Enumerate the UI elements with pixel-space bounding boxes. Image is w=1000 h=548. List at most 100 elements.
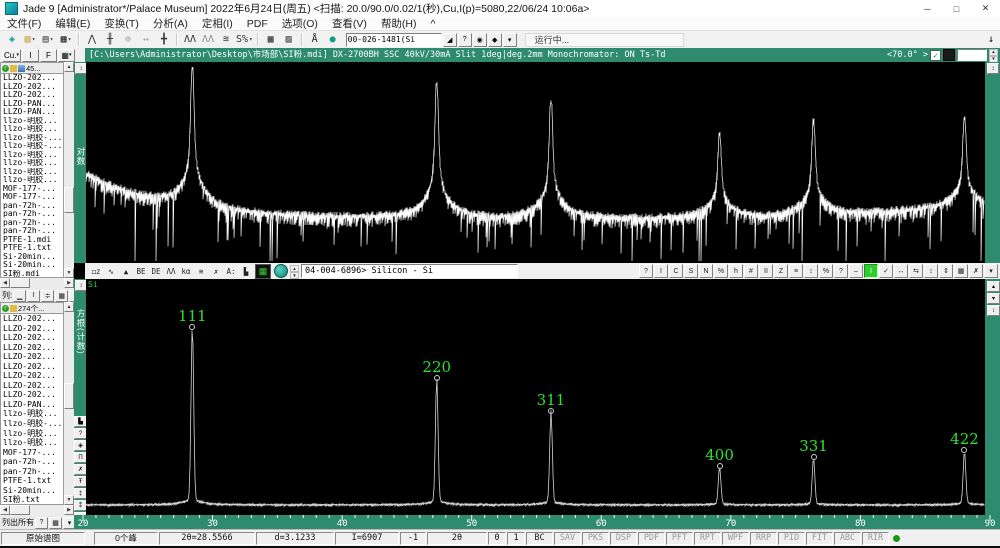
pattern-list-item[interactable]: LLZO-202... bbox=[1, 333, 63, 343]
open-file-icon[interactable]: ▧▾ bbox=[22, 32, 38, 47]
new-session-icon[interactable]: ◈ bbox=[4, 32, 20, 47]
scroll-left-icon[interactable]: ◀ bbox=[0, 505, 10, 515]
status-toggle-pft[interactable]: PFT bbox=[666, 532, 693, 545]
pattern-list-item[interactable]: LLZO-202... bbox=[1, 343, 63, 353]
minimize-button[interactable]: ─ bbox=[913, 0, 942, 17]
pattern-option-button-0[interactable]: ? bbox=[639, 264, 653, 278]
pattern-option-button-7[interactable]: # bbox=[744, 264, 758, 278]
view-spinner[interactable]: ▲▼ bbox=[290, 265, 299, 277]
status-toggle-sav[interactable]: SAV bbox=[554, 532, 581, 545]
sync-button[interactable] bbox=[274, 264, 288, 278]
anode-select-button[interactable]: Cu.▾ bbox=[2, 49, 21, 62]
pattern-option-button-12[interactable]: % bbox=[819, 264, 833, 278]
file-list-item[interactable]: LLZO-PAN... bbox=[1, 108, 63, 117]
fitted-pattern-plot[interactable]: Si 111220311400331422 bbox=[86, 279, 985, 515]
scroll-right-icon[interactable]: ▶ bbox=[64, 505, 74, 515]
pattern-option-button-10[interactable]: ≡ bbox=[789, 264, 803, 278]
file-list-item[interactable]: PTFE-1.mdi bbox=[1, 236, 63, 245]
file-list-header[interactable]: ✓ 45... bbox=[0, 62, 64, 74]
pattern-list-item[interactable]: LLZO-202... bbox=[1, 390, 63, 400]
smooth-curves-icon[interactable]: ≋ bbox=[218, 32, 234, 47]
file-list-item[interactable]: pan-72h-... bbox=[1, 227, 63, 236]
menu-item-5[interactable]: PDF bbox=[240, 18, 275, 30]
intensity-mode-button[interactable]: I bbox=[22, 49, 39, 62]
pattern-option-button-20[interactable]: ⇕ bbox=[939, 264, 953, 278]
status-toggle-rpt[interactable]: RPT bbox=[694, 532, 721, 545]
list-help-button[interactable]: ? bbox=[35, 517, 48, 529]
background-tool[interactable]: ∿ bbox=[104, 265, 118, 278]
pattern-list-item[interactable]: MOF-177-... bbox=[1, 448, 63, 458]
scroll-left-icon[interactable]: ◀ bbox=[0, 278, 10, 288]
pattern-list-item[interactable]: pan-72h-... bbox=[1, 467, 63, 477]
file-list-item[interactable]: MOF-177-... bbox=[1, 193, 63, 202]
show-peaks-icon[interactable]: ⋀ bbox=[84, 32, 100, 47]
pan-icon[interactable]: ╋ bbox=[156, 32, 172, 47]
dropdown-arrow-icon[interactable]: ▾ bbox=[50, 36, 54, 43]
pattern-option-button-9[interactable]: Z bbox=[774, 264, 788, 278]
pattern-list-item[interactable]: llzo-明胶-... bbox=[1, 419, 63, 429]
file-list-hscrollbar[interactable]: ◀▶ bbox=[0, 278, 74, 289]
zoom-previous-icon[interactable]: ⊕ bbox=[120, 32, 136, 47]
pattern-option-button-8[interactable]: II bbox=[759, 264, 773, 278]
web-pdf-icon[interactable]: ● bbox=[325, 32, 341, 47]
pattern-option-button-23[interactable]: ▾ bbox=[984, 264, 998, 278]
file-list-item[interactable]: pan-72h-... bbox=[1, 202, 63, 211]
show-sticks-icon[interactable]: ╫ bbox=[102, 32, 118, 47]
pattern-option-button-11[interactable]: ↕ bbox=[804, 264, 818, 278]
file-list-item[interactable]: llzo-明胶... bbox=[1, 125, 63, 134]
profile-fit-tool[interactable]: ΛΛ bbox=[164, 265, 178, 278]
y-zoom-out-button[interactable]: ▾ bbox=[987, 293, 1000, 304]
overlay-grid-button[interactable]: ▦ bbox=[255, 264, 271, 279]
pattern-list-vscrollbar[interactable]: ▲▼ bbox=[64, 302, 74, 505]
status-toggle-rrp[interactable]: RRP bbox=[750, 532, 777, 545]
file-list-item[interactable]: PTFE-1.txt bbox=[1, 244, 63, 253]
scroll-right-icon[interactable]: ▶ bbox=[64, 278, 74, 288]
pattern-option-button-15[interactable]: I bbox=[864, 264, 878, 278]
menu-item-9[interactable]: ^ bbox=[424, 18, 443, 30]
file-list-item[interactable]: SI粉.mdi bbox=[1, 270, 63, 279]
kalpha2-strip-tool[interactable]: kα bbox=[179, 265, 193, 278]
pattern-list-item[interactable]: PTFE-1.txt bbox=[1, 476, 63, 486]
pattern-list-item[interactable]: pan-72h-... bbox=[1, 457, 63, 467]
file-list-item[interactable]: LLZO-202... bbox=[1, 74, 63, 83]
file-list-item[interactable]: LLZO-202... bbox=[1, 83, 63, 92]
menu-item-8[interactable]: 帮助(H) bbox=[374, 16, 424, 31]
status-toggle-pks[interactable]: PKS bbox=[582, 532, 609, 545]
pattern-list-item[interactable]: LLZO-PAN... bbox=[1, 400, 63, 410]
menu-item-6[interactable]: 选项(O) bbox=[275, 16, 325, 31]
file-list-vscrollbar[interactable]: ▲▼ bbox=[64, 62, 74, 278]
pattern-list-item[interactable]: LLZO-202... bbox=[1, 371, 63, 381]
pdf-drop-icon[interactable]: ◉ bbox=[473, 33, 487, 47]
pdf-reference-combobox[interactable]: 00-026-1481(Si bbox=[346, 33, 442, 47]
scroll-thumb[interactable] bbox=[64, 187, 74, 213]
close-button[interactable]: ✕ bbox=[971, 0, 1000, 17]
offset-spinner[interactable]: ▲▼ bbox=[989, 49, 998, 61]
status-toggle-dsp[interactable]: DSP bbox=[610, 532, 637, 545]
file-list-item[interactable]: llzo-明胶... bbox=[1, 176, 63, 185]
dropdown-arrow-icon[interactable]: ▾ bbox=[68, 36, 72, 43]
column-sort-button[interactable]: ≑ bbox=[41, 290, 54, 302]
pattern-list-item[interactable]: Si-20min... bbox=[1, 486, 63, 496]
menu-item-0[interactable]: 文件(F) bbox=[0, 16, 48, 31]
menu-item-1[interactable]: 编辑(E) bbox=[48, 16, 97, 31]
dropdown-arrow-icon[interactable]: ▾ bbox=[16, 52, 19, 58]
data-edit-tool[interactable]: DE bbox=[149, 265, 163, 278]
file-list-item[interactable]: llzo-明胶-... bbox=[1, 142, 63, 151]
simulate-pattern-icon[interactable]: ▨ bbox=[281, 32, 297, 47]
hscroll-track[interactable] bbox=[30, 505, 64, 516]
dropdown-arrow-icon[interactable]: ▾ bbox=[32, 36, 36, 43]
offset-input[interactable]: 0.0 bbox=[957, 49, 987, 61]
file-list-item[interactable]: Si-20min... bbox=[1, 253, 63, 262]
file-list-item[interactable]: pan-72h-... bbox=[1, 210, 63, 219]
y-zoom-in-button[interactable]: ▴ bbox=[987, 281, 1000, 292]
column-intensity-button[interactable]: I bbox=[27, 290, 40, 302]
menu-item-3[interactable]: 分析(A) bbox=[146, 16, 195, 31]
menu-item-2[interactable]: 变换(T) bbox=[97, 16, 145, 31]
dropdown-arrow-icon[interactable]: ▾ bbox=[249, 36, 253, 43]
dropdown-arrow-icon[interactable]: ▾ bbox=[69, 52, 72, 58]
header-checkbox[interactable]: ✓ bbox=[930, 50, 941, 61]
file-list-item[interactable]: pan-72h-... bbox=[1, 219, 63, 228]
sample-flask-icon[interactable]: Å bbox=[307, 32, 323, 47]
stack-pattern-icon[interactable]: ΛΛ bbox=[200, 32, 216, 47]
scroll-thumb[interactable] bbox=[10, 278, 30, 288]
